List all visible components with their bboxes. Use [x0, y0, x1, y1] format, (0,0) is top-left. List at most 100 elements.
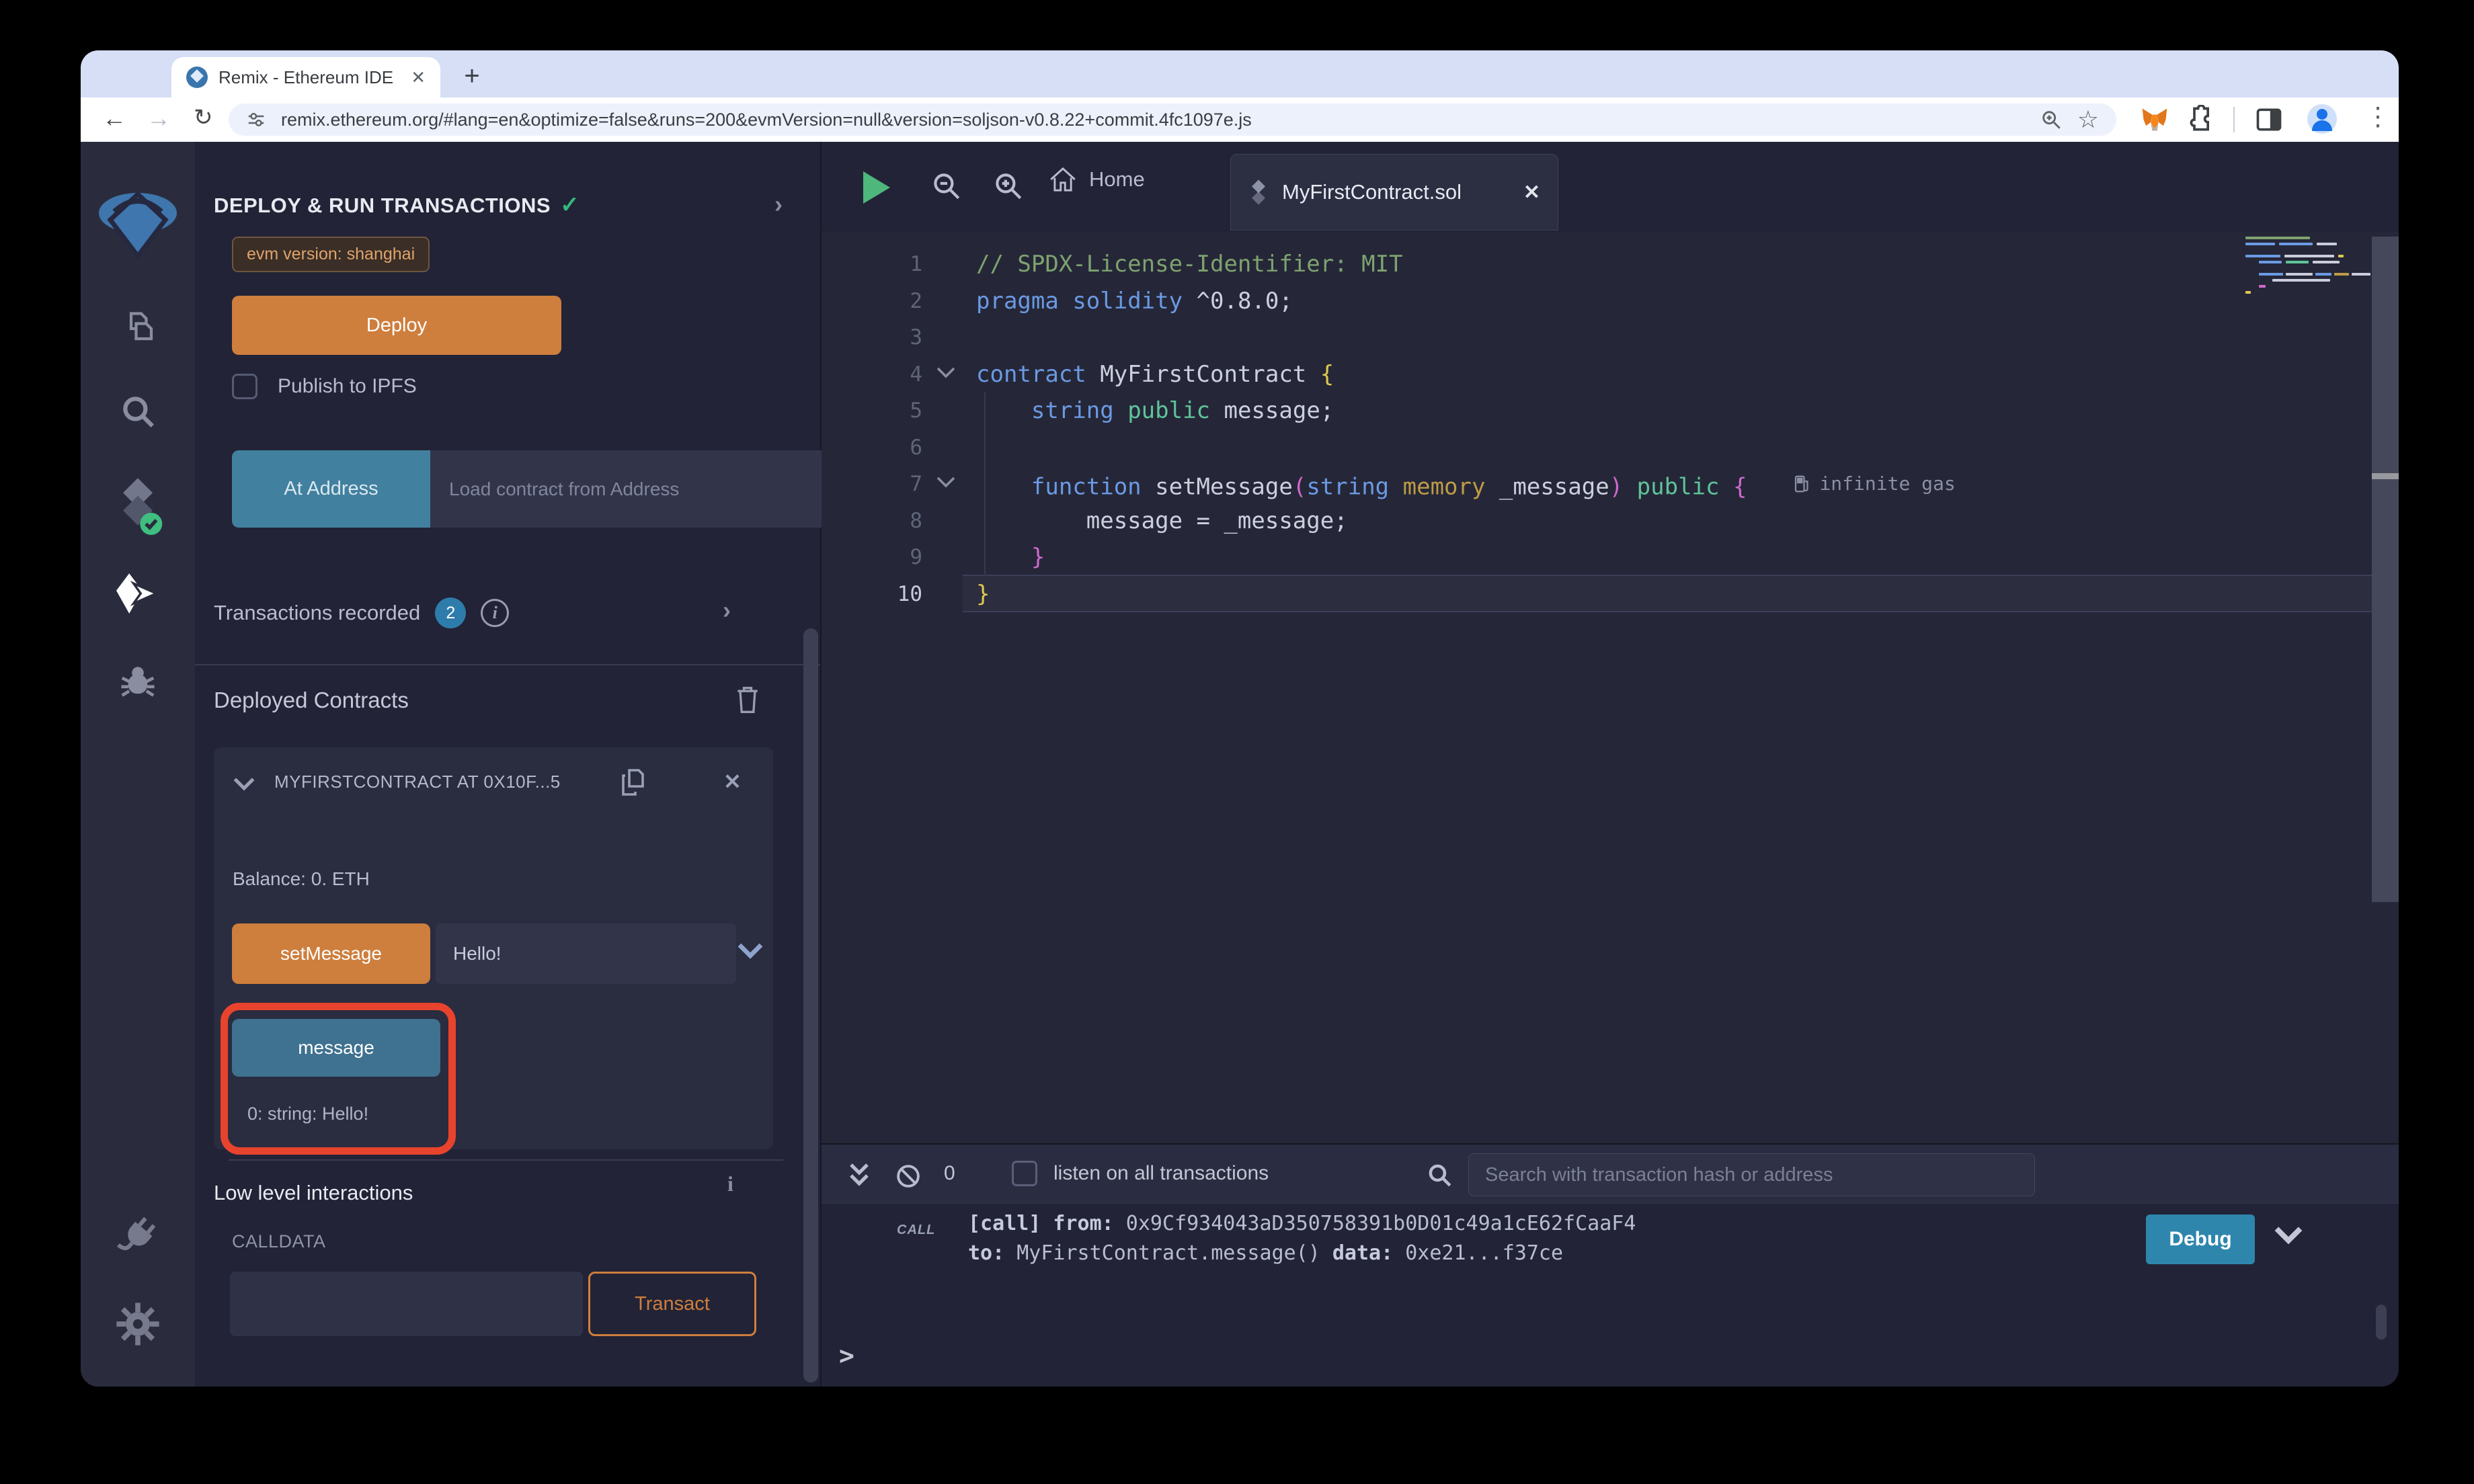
- minimap-line: [2245, 279, 2371, 282]
- clear-contracts-trash-icon[interactable]: [733, 684, 762, 716]
- low-level-info-icon[interactable]: i: [727, 1171, 733, 1196]
- fold-chevron-icon[interactable]: [936, 475, 956, 489]
- minimap-line: [2245, 273, 2371, 276]
- line-number: 8: [842, 503, 922, 540]
- code-line[interactable]: string public message;: [976, 393, 2224, 429]
- remove-contract-icon[interactable]: ✕: [723, 769, 742, 794]
- deploy-button[interactable]: Deploy: [232, 296, 561, 355]
- run-script-play-icon[interactable]: [863, 171, 890, 204]
- panel-expand-chevron-icon[interactable]: ›: [774, 190, 783, 218]
- side-panel-icon[interactable]: [2254, 105, 2284, 134]
- code-area[interactable]: // SPDX-License-Identifier: MIT pragma so…: [976, 246, 2224, 612]
- browser-tabstrip: Remix - Ethereum IDE ✕ +: [81, 50, 2399, 97]
- forward-icon[interactable]: →: [147, 104, 171, 132]
- minimap-line: [2245, 237, 2371, 239]
- clear-console-icon[interactable]: [894, 1162, 922, 1190]
- code-line[interactable]: pragma solidity ^0.8.0;: [976, 283, 2224, 320]
- line-number: 2: [842, 283, 922, 320]
- editor-scrollbar[interactable]: [2372, 237, 2399, 902]
- minimap-line: [2245, 255, 2371, 257]
- debug-button[interactable]: Debug: [2146, 1214, 2255, 1264]
- code-line[interactable]: // SPDX-License-Identifier: MIT: [976, 246, 2224, 283]
- fold-chevron-icon[interactable]: [936, 366, 956, 379]
- deploy-run-icon[interactable]: [113, 572, 163, 615]
- code-token: {: [1733, 473, 1747, 500]
- browser-menu-icon[interactable]: ⋮: [2365, 101, 2391, 132]
- contract-collapse-chevron-icon[interactable]: [233, 776, 255, 792]
- code-line[interactable]: }: [976, 539, 2224, 576]
- file-explorer-icon[interactable]: [118, 308, 158, 349]
- code-token: [1719, 473, 1732, 500]
- transact-button[interactable]: Transact: [588, 1272, 756, 1336]
- zoom-page-icon[interactable]: [2040, 108, 2063, 131]
- tab-close-icon[interactable]: ✕: [411, 67, 426, 88]
- gutter-row: 5: [822, 393, 963, 429]
- expand-args-chevron-icon[interactable]: [737, 941, 764, 960]
- low-level-title: Low level interactions: [214, 1181, 413, 1205]
- tab-myfirstcontract[interactable]: MyFirstContract.sol ✕: [1230, 154, 1558, 231]
- profile-avatar[interactable]: [2307, 104, 2337, 134]
- editor-minimap[interactable]: [2245, 237, 2371, 297]
- terminal-search-input[interactable]: [1468, 1153, 2035, 1196]
- code-line[interactable]: contract MyFirstContract {: [976, 356, 2224, 393]
- site-settings-icon[interactable]: [246, 110, 266, 130]
- code-token: {: [1320, 361, 1334, 388]
- code-token: ): [1609, 473, 1623, 500]
- solidity-compiler-icon[interactable]: [112, 477, 163, 536]
- set-message-input[interactable]: [436, 923, 736, 984]
- code-token: (: [1293, 473, 1306, 500]
- debugger-icon[interactable]: [116, 661, 159, 702]
- code-token: [1114, 397, 1127, 424]
- bookmark-star-icon[interactable]: ☆: [2077, 106, 2099, 134]
- panel-scrollbar[interactable]: [803, 628, 818, 1383]
- calldata-input[interactable]: [230, 1272, 583, 1336]
- extensions-puzzle-icon[interactable]: [2187, 105, 2217, 134]
- settings-gear-icon[interactable]: [116, 1302, 160, 1346]
- tab-home[interactable]: Home: [1049, 166, 1145, 193]
- new-tab-button[interactable]: +: [454, 58, 489, 93]
- listen-transactions-label: listen on all transactions: [1053, 1162, 1269, 1185]
- terminal-log-entry[interactable]: [call] from: 0x9Cf934043aD350758391b0D01…: [968, 1209, 1636, 1268]
- code-token: message = _message;: [976, 507, 1348, 534]
- gutter-row: 9: [822, 539, 963, 576]
- back-icon[interactable]: ←: [102, 104, 126, 132]
- url-bar[interactable]: remix.ethereum.org/#lang=en&optimize=fal…: [229, 104, 2116, 136]
- publish-ipfs-checkbox[interactable]: [232, 374, 257, 399]
- search-icon[interactable]: [118, 392, 157, 431]
- copy-address-icon[interactable]: [617, 765, 649, 800]
- terminal-expand-icon[interactable]: [846, 1161, 873, 1190]
- code-line[interactable]: message = _message;: [976, 503, 2224, 540]
- at-address-input[interactable]: [430, 450, 840, 528]
- code-token: pragma: [976, 288, 1059, 315]
- transactions-expand-chevron-icon[interactable]: ›: [723, 596, 731, 624]
- code-editor[interactable]: 12345678910 // SPDX-License-Identifier: …: [822, 231, 2399, 1143]
- browser-tab[interactable]: Remix - Ethereum IDE ✕: [171, 57, 440, 97]
- zoom-in-icon[interactable]: [991, 169, 1025, 202]
- minimap-line: [2245, 267, 2371, 270]
- log-line-1: [call] from: 0x9Cf934043aD350758391b0D01…: [968, 1209, 1636, 1239]
- code-line[interactable]: function setMessage(string memory _messa…: [976, 466, 2224, 503]
- at-address-button[interactable]: At Address: [232, 450, 430, 528]
- transactions-info-icon[interactable]: i: [481, 599, 509, 627]
- terminal-scrollbar[interactable]: [2376, 1305, 2387, 1339]
- code-token: // SPDX-License-Identifier: MIT: [976, 251, 1403, 278]
- url-text[interactable]: remix.ethereum.org/#lang=en&optimize=fal…: [281, 110, 2025, 130]
- code-line[interactable]: [976, 429, 2224, 466]
- reload-icon[interactable]: ↻: [194, 104, 213, 131]
- log-line-2: to: MyFirstContract.message() data: 0xe2…: [968, 1239, 1636, 1268]
- call-badge: CALL: [897, 1223, 935, 1238]
- plugin-manager-icon[interactable]: [116, 1214, 160, 1258]
- log-collapse-chevron-icon[interactable]: [2274, 1224, 2303, 1245]
- code-line[interactable]: }: [976, 576, 2224, 613]
- code-token: contract: [976, 361, 1086, 388]
- zoom-out-icon[interactable]: [929, 169, 963, 202]
- log-segment: MyFirstContract.message(): [1004, 1241, 1332, 1265]
- metamask-extension-icon[interactable]: [2140, 105, 2169, 134]
- listen-transactions-checkbox[interactable]: [1012, 1161, 1037, 1186]
- file-tab-close-icon[interactable]: ✕: [1523, 181, 1540, 204]
- remix-logo-icon[interactable]: [97, 183, 179, 259]
- set-message-button[interactable]: setMessage: [232, 923, 430, 984]
- code-line[interactable]: [976, 319, 2224, 356]
- section-divider: [195, 664, 820, 665]
- remix-favicon-icon: [186, 67, 208, 88]
